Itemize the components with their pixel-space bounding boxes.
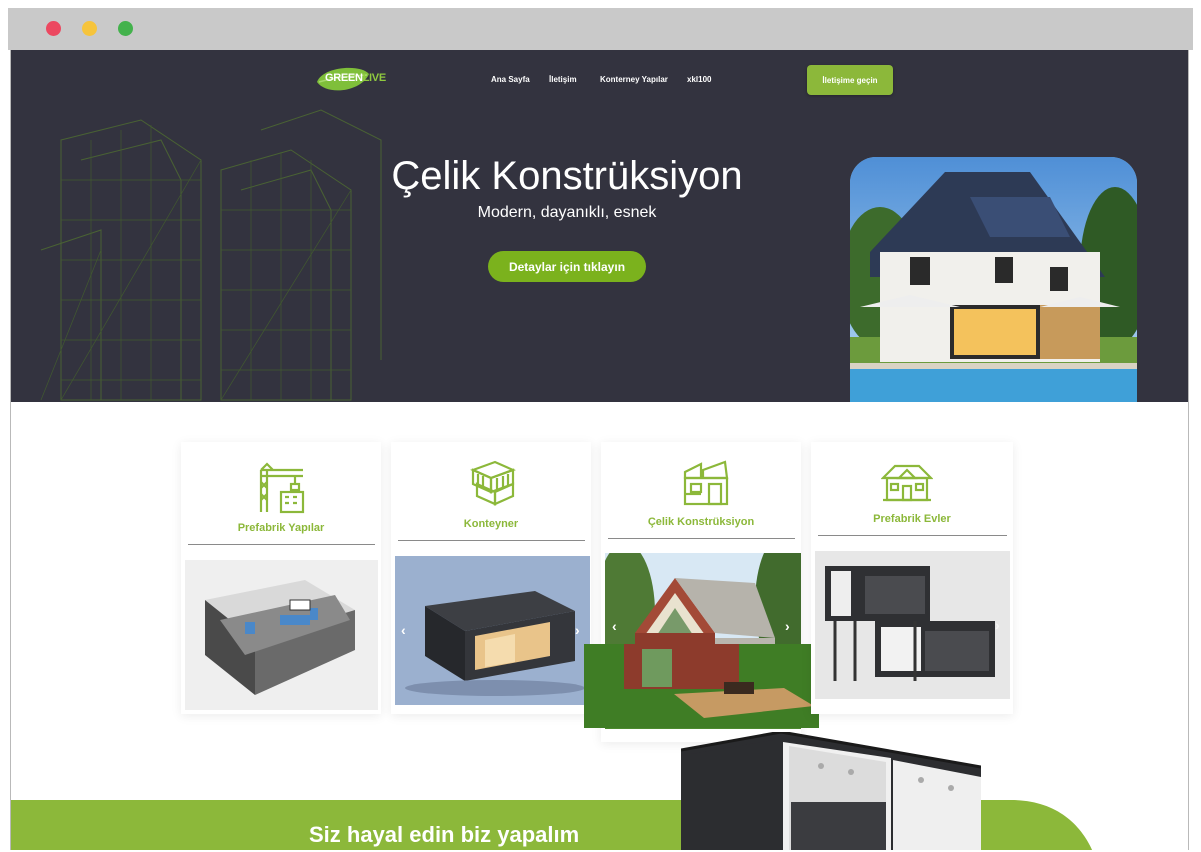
green-banner xyxy=(11,800,1092,850)
office-interior-image xyxy=(185,560,378,710)
window-close-button[interactable] xyxy=(46,21,61,36)
stacked-container-home-image: › xyxy=(815,551,1010,699)
modern-container-home-image: ‹ › xyxy=(395,556,590,705)
card-title: Konteyner xyxy=(463,518,519,530)
nav-item-xkl100[interactable]: xkl100 xyxy=(687,75,711,84)
logo-word-green: GREEN xyxy=(325,72,363,84)
category-card-container[interactable]: Konteyner ‹ › xyxy=(391,442,591,714)
hero-title: Çelik Konstrüksiyon xyxy=(391,154,743,198)
modular-house-icon xyxy=(683,460,729,506)
window-maximize-button[interactable] xyxy=(118,21,133,36)
banner-slogan: Siz hayal edin biz yapalım xyxy=(309,822,580,847)
contact-cta-button[interactable]: İletişime geçin xyxy=(807,65,893,95)
hero-details-button[interactable]: Detaylar için tıklayın xyxy=(488,251,646,282)
window-minimize-button[interactable] xyxy=(82,21,97,36)
card-divider xyxy=(608,538,795,539)
card-title: Prefabrik Yapılar xyxy=(237,522,325,534)
nav-item-contact[interactable]: İletişim xyxy=(549,75,577,84)
card-title: Çelik Konstrüksiyon xyxy=(647,516,755,528)
card-divider xyxy=(398,540,585,541)
logo-word-live: LIVE xyxy=(362,72,387,84)
slider-next-arrow[interactable]: › xyxy=(995,617,1000,633)
crane-building-icon xyxy=(259,462,305,514)
floating-container-image xyxy=(680,730,982,850)
container-stack-icon xyxy=(470,460,516,506)
browser-chrome xyxy=(8,8,1193,50)
logo-text[interactable]: GREENLIVE xyxy=(325,72,386,84)
category-card-prefab-structures[interactable]: Prefabrik Yapılar xyxy=(181,442,381,714)
category-card-prefab-houses[interactable]: Prefabrik Evler › xyxy=(811,442,1013,714)
card-title: Prefabrik Evler xyxy=(873,513,951,525)
hero-section: GREENLIVE Ana Sayfa İletişim Konterney Y… xyxy=(11,50,1188,402)
slider-prev-arrow[interactable]: ‹ xyxy=(401,622,406,638)
house-icon xyxy=(881,464,933,502)
slider-prev-arrow[interactable]: ‹ xyxy=(612,618,617,634)
a-frame-house-image-zoom xyxy=(584,644,819,728)
nav-item-container-structures[interactable]: Konterney Yapılar xyxy=(600,75,668,84)
card-divider xyxy=(818,535,1007,536)
hero-house-image xyxy=(850,157,1137,402)
nav-item-home[interactable]: Ana Sayfa xyxy=(491,75,530,84)
card-divider xyxy=(188,544,375,545)
wireframe-building-graphic xyxy=(40,109,382,401)
slider-next-arrow[interactable]: › xyxy=(785,618,790,634)
page-viewport: GREENLIVE Ana Sayfa İletişim Konterney Y… xyxy=(10,50,1189,850)
hero-subtitle: Modern, dayanıklı, esnek xyxy=(477,204,657,221)
slider-next-arrow[interactable]: › xyxy=(575,622,580,638)
